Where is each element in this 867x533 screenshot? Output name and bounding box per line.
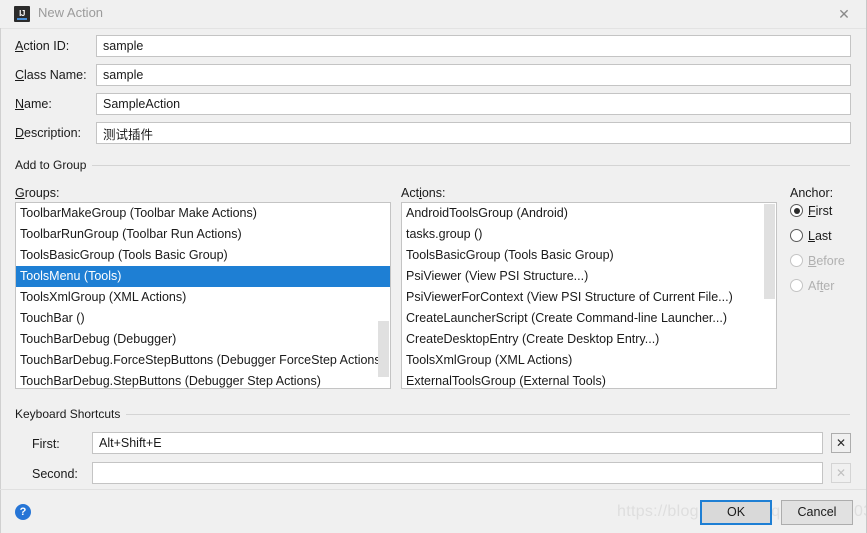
groups-list-item-row[interactable]: ToolsXmlGroup (XML Actions) <box>16 287 390 308</box>
groups-list-item-row[interactable]: ToolsMenu (Tools) <box>16 266 390 287</box>
close-icon[interactable]: ✕ <box>821 0 866 28</box>
class-name-input[interactable] <box>96 64 851 86</box>
anchor-radio-before: Before <box>790 253 845 269</box>
groups-scrollbar-thumb[interactable] <box>378 321 389 377</box>
ok-button[interactable]: OK <box>700 500 772 525</box>
anchor-after-label: er <box>823 279 835 293</box>
shortcut-second-label: Second: <box>32 467 78 481</box>
new-action-dialog: IJ New Action ✕ Action ID: Class Name: N… <box>0 0 867 533</box>
actions-list-item-row[interactable]: ExternalToolsGroup (External Tools) <box>402 371 776 388</box>
actions-list-item-row[interactable]: tasks.group () <box>402 224 776 245</box>
groups-list-item-row[interactable]: TouchBarDebug.StepButtons (Debugger Step… <box>16 371 390 388</box>
add-to-group-title: Add to Group <box>15 158 93 172</box>
anchor-label: Anchor: <box>790 186 834 200</box>
groups-list-item-row[interactable]: ToolbarMakeGroup (Toolbar Make Actions) <box>16 203 390 224</box>
shortcut-first-label: First: <box>32 437 60 451</box>
actions-list-item-row[interactable]: ToolsBasicGroup (Tools Basic Group) <box>402 245 776 266</box>
actions-list-item-row[interactable]: PsiViewerForContext (View PSI Structure … <box>402 287 776 308</box>
actions-list-item-row[interactable]: ToolsXmlGroup (XML Actions) <box>402 350 776 371</box>
shortcut-second-input[interactable] <box>92 462 823 484</box>
keyboard-shortcuts-title: Keyboard Shortcuts <box>15 407 127 421</box>
class-name-label: Class Name: <box>15 68 87 82</box>
name-label: Name: <box>15 97 52 111</box>
intellij-idea-icon: IJ <box>14 6 30 22</box>
action-id-label: Action ID: <box>15 39 70 53</box>
actions-list-item-row[interactable]: CreateDesktopEntry (Create Desktop Entry… <box>402 329 776 350</box>
actions-list-item-row[interactable]: AndroidToolsGroup (Android) <box>402 203 776 224</box>
add-to-group-separator <box>86 165 850 166</box>
groups-list-item-row[interactable]: ToolsBasicGroup (Tools Basic Group) <box>16 245 390 266</box>
actions-list-rows: AndroidToolsGroup (Android) tasks.group (… <box>402 203 776 388</box>
actions-scrollbar-thumb[interactable] <box>764 204 775 299</box>
name-input[interactable] <box>96 93 851 115</box>
shortcut-first-input[interactable] <box>92 432 823 454</box>
footer-separator <box>0 489 866 490</box>
anchor-first-label: irst <box>815 204 833 218</box>
groups-list-item-row[interactable]: TouchBarDebug.ForceStepButtons (Debugger… <box>16 350 390 371</box>
shortcut-first-clear-x-icon[interactable]: ✕ <box>831 433 851 453</box>
groups-list-item-row[interactable]: ToolbarRunGroup (Toolbar Run Actions) <box>16 224 390 245</box>
actions-list-item-row[interactable]: PsiViewer (View PSI Structure...) <box>402 266 776 287</box>
groups-list-item-row[interactable]: TouchBarDebug (Debugger) <box>16 329 390 350</box>
actions-list-item-row[interactable]: CreateLauncherScript (Create Command-lin… <box>402 308 776 329</box>
radio-before-icon <box>790 254 803 267</box>
help-question-icon[interactable]: ? <box>15 504 31 520</box>
groups-label: Groups: <box>15 186 60 200</box>
description-label: Description: <box>15 126 82 140</box>
action-id-input[interactable] <box>96 35 851 57</box>
radio-first-icon <box>790 204 803 217</box>
keyboard-shortcuts-separator <box>116 414 850 415</box>
actions-list[interactable]: AndroidToolsGroup (Android) tasks.group (… <box>401 202 777 389</box>
radio-after-icon <box>790 279 803 292</box>
groups-list-rows: ToolbarMakeGroup (Toolbar Make Actions) T… <box>16 203 390 388</box>
title-bar: IJ New Action ✕ <box>0 0 866 29</box>
shortcut-second-clear-x-icon: ✕ <box>831 463 851 483</box>
radio-last-icon <box>790 229 803 242</box>
dialog-left-edge <box>0 28 1 533</box>
anchor-last-label: ast <box>814 229 832 243</box>
anchor-radio-last[interactable]: Last <box>790 228 832 244</box>
cancel-button[interactable]: Cancel <box>781 500 853 525</box>
description-input[interactable] <box>96 122 851 144</box>
groups-list[interactable]: ToolbarMakeGroup (Toolbar Make Actions) T… <box>15 202 391 389</box>
anchor-radio-after: After <box>790 278 834 294</box>
anchor-radio-first[interactable]: First <box>790 203 832 219</box>
anchor-before-label: efore <box>816 254 845 268</box>
actions-label: Actions: <box>401 186 446 200</box>
groups-list-item-row[interactable]: TouchBar () <box>16 308 390 329</box>
window-title: New Action <box>38 5 104 20</box>
